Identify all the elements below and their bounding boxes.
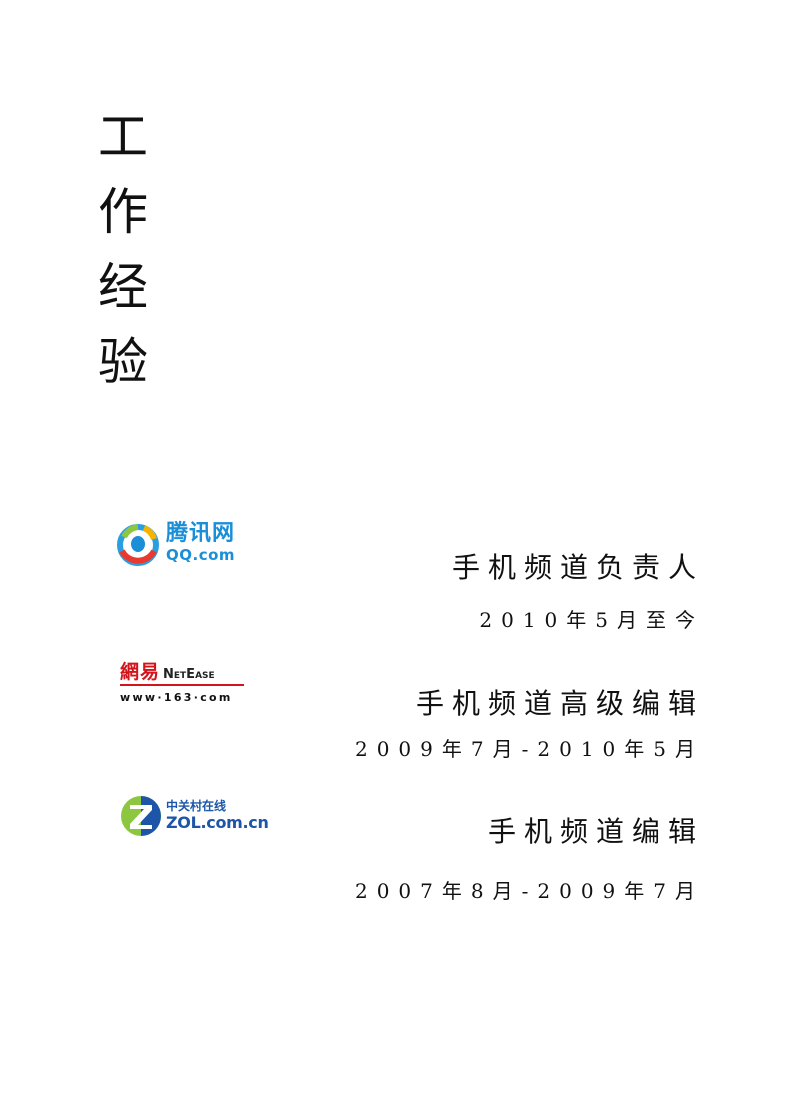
netease-logo: 網易 NetEase www·163·com [120, 660, 250, 704]
tencent-logo-en: QQ.com [166, 546, 236, 564]
tencent-logo-cn: 腾讯网 [166, 521, 236, 546]
job-role: 手机频道高级编辑 [415, 687, 704, 720]
zol-z-icon [121, 796, 161, 836]
netease-logo-en: NetEase [163, 667, 215, 682]
title-char: 经 [98, 258, 148, 316]
title-char: 作 [98, 183, 148, 241]
netease-logo-cn: 網易 [120, 661, 161, 683]
job-period: 2007年8月-2009年7月 [354, 879, 704, 903]
job-role: 手机频道编辑 [487, 815, 704, 848]
zol-logo: 中关村在线 ZOL.com.cn [120, 795, 280, 839]
netease-divider [120, 684, 244, 686]
zol-logo-cn: 中关村在线 [166, 799, 227, 813]
title-char: 工 [98, 108, 148, 166]
tencent-logo: 腾讯网 QQ.com [116, 521, 256, 571]
job-role: 手机频道负责人 [451, 551, 704, 584]
title-char: 验 [98, 333, 148, 391]
section-title-vertical: 工 作 经 验 [98, 100, 168, 400]
netease-logo-url: www·163·com [120, 691, 233, 704]
tencent-ring-icon [117, 524, 159, 566]
job-period: 2009年7月-2010年5月 [354, 737, 704, 761]
job-period: 2010年5月至今 [479, 608, 704, 632]
zol-logo-en: ZOL.com.cn [166, 813, 269, 832]
